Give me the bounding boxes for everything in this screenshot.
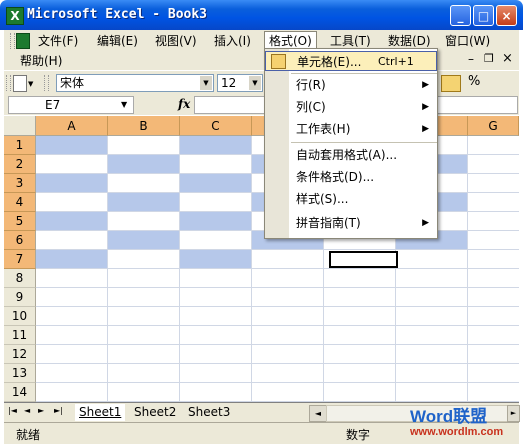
submenu-arrow-icon: ▶: [422, 80, 429, 90]
submenu-arrow-icon: ▶: [422, 218, 429, 228]
toolbar-options-icon[interactable]: ▼: [28, 80, 33, 88]
menubar-grip[interactable]: [10, 33, 15, 49]
menu-window[interactable]: 窗口(W): [441, 31, 494, 51]
format-menu-dropdown: 单元格(E)... Ctrl+1 行(R) ▶ 列(C) ▶ 工作表(H) ▶ …: [264, 48, 438, 239]
row-header-5[interactable]: 5: [4, 212, 36, 231]
menu-item-column[interactable]: 列(C) ▶: [265, 97, 437, 117]
row-header-3[interactable]: 3: [4, 174, 36, 193]
doc-restore-button[interactable]: ❐: [484, 52, 494, 65]
close-button[interactable]: ×: [496, 5, 517, 26]
menu-item-autoformat-label: 自动套用格式(A)...: [296, 148, 398, 162]
menu-view[interactable]: 视图(V): [151, 31, 201, 51]
last-sheet-icon[interactable]: ►|: [54, 406, 63, 415]
name-box-value: E7: [45, 98, 61, 112]
menu-item-conditional-format-label: 条件格式(D)...: [296, 170, 375, 184]
chevron-down-icon[interactable]: ▼: [121, 97, 127, 113]
font-size-select[interactable]: 12 ▼: [217, 74, 263, 92]
name-box[interactable]: E7 ▼: [8, 96, 134, 114]
row-header-7[interactable]: 7: [4, 250, 36, 269]
row-header-13[interactable]: 13: [4, 364, 36, 383]
row-header-2[interactable]: 2: [4, 155, 36, 174]
formula-bar: E7 ▼ fx: [4, 95, 519, 115]
new-document-icon[interactable]: [13, 75, 27, 92]
prev-sheet-icon[interactable]: ◄: [24, 406, 30, 415]
window-title: Microsoft Excel - Book3: [27, 7, 208, 22]
formatting-toolbar: ▼ 宋体 ▼ 12 ▼ %: [4, 70, 519, 95]
toolbar-grip-2: [44, 75, 49, 91]
menu-separator: [291, 73, 437, 74]
chevron-down-icon[interactable]: ▼: [200, 76, 212, 90]
submenu-arrow-icon: ▶: [422, 102, 429, 112]
row-header-6[interactable]: 6: [4, 231, 36, 250]
menu-help[interactable]: 帮助(H): [16, 51, 66, 71]
menu-item-sheet-label: 工作表(H): [296, 122, 351, 136]
menu-item-phonetic-label: 拼音指南(T): [296, 216, 361, 230]
row-header-9[interactable]: 9: [4, 288, 36, 307]
maximize-button[interactable]: □: [473, 5, 494, 26]
menu-item-row[interactable]: 行(R) ▶: [265, 75, 437, 95]
chevron-down-icon[interactable]: ▼: [249, 76, 261, 90]
font-name-select[interactable]: 宋体 ▼: [56, 74, 214, 92]
scroll-left-button[interactable]: ◄: [309, 405, 327, 422]
menu-item-row-label: 行(R): [296, 78, 326, 92]
watermark-brand: Word联盟: [410, 407, 488, 426]
title-bar[interactable]: X Microsoft Excel - Book3 _ □ ×: [0, 0, 523, 30]
percent-style-icon[interactable]: %: [468, 74, 480, 89]
row-header-4[interactable]: 4: [4, 193, 36, 212]
row-header-10[interactable]: 10: [4, 307, 36, 326]
menu-item-cells-shortcut: Ctrl+1: [378, 55, 414, 68]
menu-item-column-label: 列(C): [296, 100, 326, 114]
menu-item-cells[interactable]: 单元格(E)... Ctrl+1: [265, 51, 437, 71]
tab-sheet2[interactable]: Sheet2: [130, 404, 180, 421]
format-cells-icon: [271, 54, 286, 69]
row-header-1[interactable]: 1: [4, 136, 36, 155]
watermark-url: www.wordlm.com: [410, 426, 504, 438]
menu-file[interactable]: 文件(F): [34, 31, 82, 51]
column-header-c[interactable]: C: [180, 116, 252, 136]
currency-icon[interactable]: [441, 75, 461, 92]
watermark-logo: Word联盟 www.wordlm.com: [410, 402, 520, 442]
doc-icon[interactable]: [16, 33, 30, 49]
tab-sheet1[interactable]: Sheet1: [75, 404, 126, 421]
insert-function-icon[interactable]: fx: [178, 97, 190, 111]
row-header-12[interactable]: 12: [4, 345, 36, 364]
column-header-b[interactable]: B: [108, 116, 180, 136]
menu-item-style[interactable]: 样式(S)...: [265, 189, 437, 209]
font-name-value: 宋体: [60, 76, 85, 90]
font-size-value: 12: [221, 76, 237, 90]
excel-app-icon[interactable]: X: [6, 7, 24, 25]
menu-item-phonetic[interactable]: 拼音指南(T) ▶: [265, 213, 437, 233]
active-cell-e7[interactable]: [329, 251, 398, 268]
column-header-g[interactable]: G: [468, 116, 519, 136]
minimize-button[interactable]: _: [450, 5, 471, 26]
menu-separator: [291, 142, 437, 143]
doc-close-button[interactable]: ×: [502, 51, 513, 66]
menu-bar: 文件(F) 编辑(E) 视图(V) 插入(I) 格式(O) 工具(T) 数据(D…: [4, 30, 519, 70]
menu-item-cells-label: 单元格(E)...: [297, 55, 362, 69]
column-header-a[interactable]: A: [36, 116, 108, 136]
worksheet-grid[interactable]: A B C D E F G 1 2 3 4 5 6 7 8 9 10 11 12…: [4, 116, 519, 402]
menu-edit[interactable]: 编辑(E): [93, 31, 142, 51]
row-header-11[interactable]: 11: [4, 326, 36, 345]
menu-item-autoformat[interactable]: 自动套用格式(A)...: [265, 145, 437, 165]
row-header-14[interactable]: 14: [4, 383, 36, 402]
menu-item-conditional-format[interactable]: 条件格式(D)...: [265, 167, 437, 187]
toolbar-grip[interactable]: [6, 75, 11, 91]
next-sheet-icon[interactable]: ►: [38, 406, 44, 415]
row-header-8[interactable]: 8: [4, 269, 36, 288]
tab-sheet3[interactable]: Sheet3: [184, 404, 234, 421]
status-ready: 就绪: [16, 428, 41, 442]
menu-item-sheet[interactable]: 工作表(H) ▶: [265, 119, 437, 139]
doc-minimize-button[interactable]: –: [468, 52, 474, 66]
menu-insert[interactable]: 插入(I): [210, 31, 255, 51]
status-mode: 数字: [346, 428, 371, 442]
select-all-corner[interactable]: [4, 116, 36, 136]
submenu-arrow-icon: ▶: [422, 124, 429, 134]
first-sheet-icon[interactable]: |◄: [8, 406, 17, 415]
menu-item-style-label: 样式(S)...: [296, 192, 349, 206]
